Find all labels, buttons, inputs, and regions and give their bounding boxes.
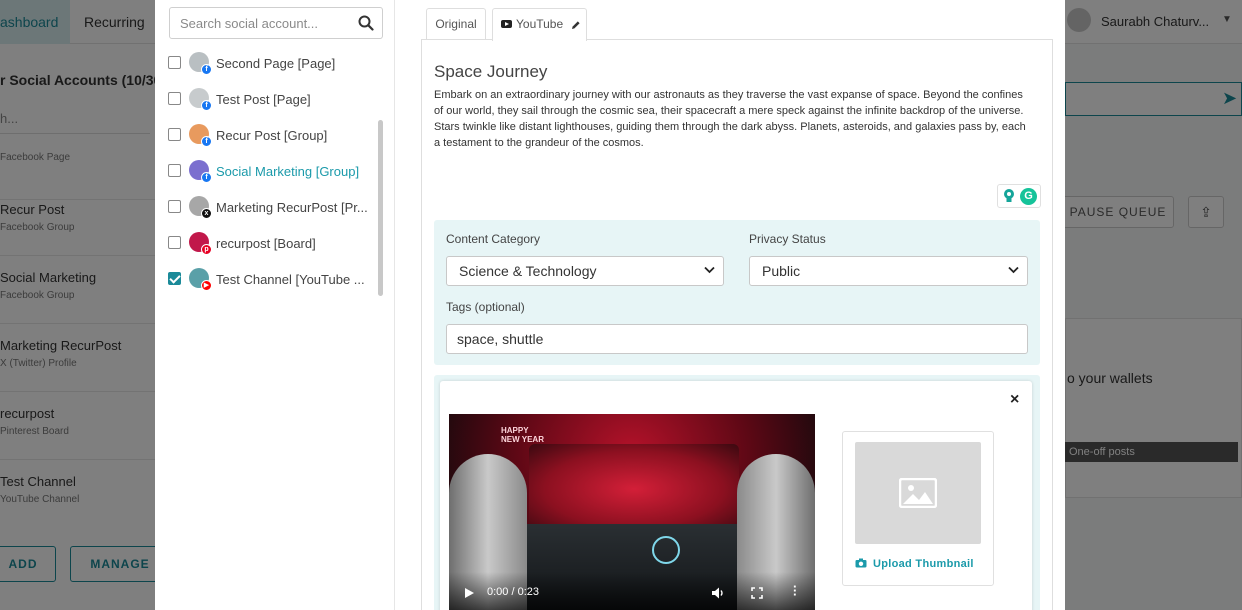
writing-assistant-tools: G xyxy=(997,184,1041,208)
upload-thumbnail-button[interactable]: Upload Thumbnail xyxy=(855,558,974,570)
image-icon xyxy=(899,478,937,508)
account-item[interactable]: f Social Marketing [Group] xyxy=(165,153,380,189)
account-item[interactable]: f Test Post [Page] xyxy=(165,81,380,117)
post-title[interactable]: Space Journey xyxy=(434,62,547,82)
account-checkbox[interactable] xyxy=(168,272,181,285)
thumbnail-uploader: Upload Thumbnail xyxy=(842,431,994,586)
pencil-icon[interactable] xyxy=(571,20,581,30)
account-name: Second Page [Page] xyxy=(216,56,336,71)
account-item[interactable]: f Second Page [Page] xyxy=(165,45,380,81)
account-name: Test Post [Page] xyxy=(216,92,311,107)
volume-icon[interactable] xyxy=(711,586,725,600)
privacy-status-select[interactable]: Public xyxy=(749,256,1028,286)
close-icon[interactable]: × xyxy=(1010,391,1019,409)
account-name: Marketing RecurPost [Pr... xyxy=(216,200,368,215)
video-time: 0:00 / 0:23 xyxy=(487,586,539,598)
grammarly-icon[interactable]: G xyxy=(1020,188,1037,205)
chevron-down-icon xyxy=(1008,266,1019,274)
account-checkbox[interactable] xyxy=(168,164,181,177)
editor-panel: Original YouTube Space Journey Embark on… xyxy=(396,0,1065,610)
tags-input[interactable] xyxy=(446,324,1028,354)
youtube-icon: ▶ xyxy=(201,280,212,291)
account-checkbox[interactable] xyxy=(168,128,181,141)
video-player[interactable]: HAPPY NEW YEAR 0:00 / 0:23 · · · xyxy=(449,414,815,610)
search-icon[interactable] xyxy=(358,15,374,31)
content-category-select[interactable]: Science & Technology xyxy=(446,256,724,286)
video-overlay-text: HAPPY NEW YEAR xyxy=(501,426,544,444)
facebook-icon: f xyxy=(201,136,212,147)
account-name: Recur Post [Group] xyxy=(216,128,328,143)
privacy-status-label: Privacy Status xyxy=(749,232,826,246)
x-twitter-icon: x xyxy=(201,208,212,219)
pinterest-icon: p xyxy=(201,244,212,255)
content-category-label: Content Category xyxy=(446,232,541,246)
account-search[interactable] xyxy=(169,7,383,39)
facebook-icon: f xyxy=(201,172,212,183)
accounts-panel: f Second Page [Page] f Test Post [Page] … xyxy=(155,0,395,610)
account-search-input[interactable] xyxy=(170,8,350,38)
thumbnail-placeholder xyxy=(855,442,981,544)
video-scene-window xyxy=(529,444,739,534)
account-checkbox[interactable] xyxy=(168,200,181,213)
media-section: × HAPPY NEW YEAR 0:00 / 0:23 · · · Uploa… xyxy=(434,375,1040,610)
tab-youtube[interactable]: YouTube xyxy=(492,8,587,41)
account-checkbox[interactable] xyxy=(168,92,181,105)
account-name: Test Channel [YouTube ... xyxy=(216,272,365,287)
facebook-icon: f xyxy=(201,64,212,75)
camera-icon xyxy=(855,558,867,568)
media-card: × HAPPY NEW YEAR 0:00 / 0:23 · · · Uploa… xyxy=(440,381,1032,610)
youtube-settings: Content Category Science & Technology Pr… xyxy=(434,220,1040,365)
account-checkbox[interactable] xyxy=(168,236,181,249)
console-display xyxy=(652,536,680,564)
account-item[interactable]: ▶ Test Channel [YouTube ... xyxy=(165,261,380,297)
fullscreen-icon[interactable] xyxy=(751,587,763,599)
post-editor-modal: f Second Page [Page] f Test Post [Page] … xyxy=(155,0,1065,610)
tab-original[interactable]: Original xyxy=(426,8,486,40)
youtube-icon xyxy=(501,19,512,28)
account-item[interactable]: p recurpost [Board] xyxy=(165,225,380,261)
account-name: recurpost [Board] xyxy=(216,236,316,251)
account-list-scrollbar[interactable] xyxy=(378,120,383,296)
chevron-down-icon xyxy=(704,266,715,274)
lightbulb-icon[interactable] xyxy=(1002,188,1016,205)
account-name: Social Marketing [Group] xyxy=(216,164,360,179)
facebook-icon: f xyxy=(201,100,212,111)
more-options-icon[interactable]: · · · xyxy=(793,580,797,601)
post-body[interactable]: Embark on an extraordinary journey with … xyxy=(434,87,1034,151)
play-icon[interactable] xyxy=(465,588,474,598)
account-item[interactable]: x Marketing RecurPost [Pr... xyxy=(165,189,380,225)
account-checkbox[interactable] xyxy=(168,56,181,69)
account-item[interactable]: f Recur Post [Group] xyxy=(165,117,380,153)
tags-label: Tags (optional) xyxy=(446,300,525,314)
video-controls: 0:00 / 0:23 · · · xyxy=(449,572,815,610)
editor-box: Space Journey Embark on an extraordinary… xyxy=(421,39,1053,610)
